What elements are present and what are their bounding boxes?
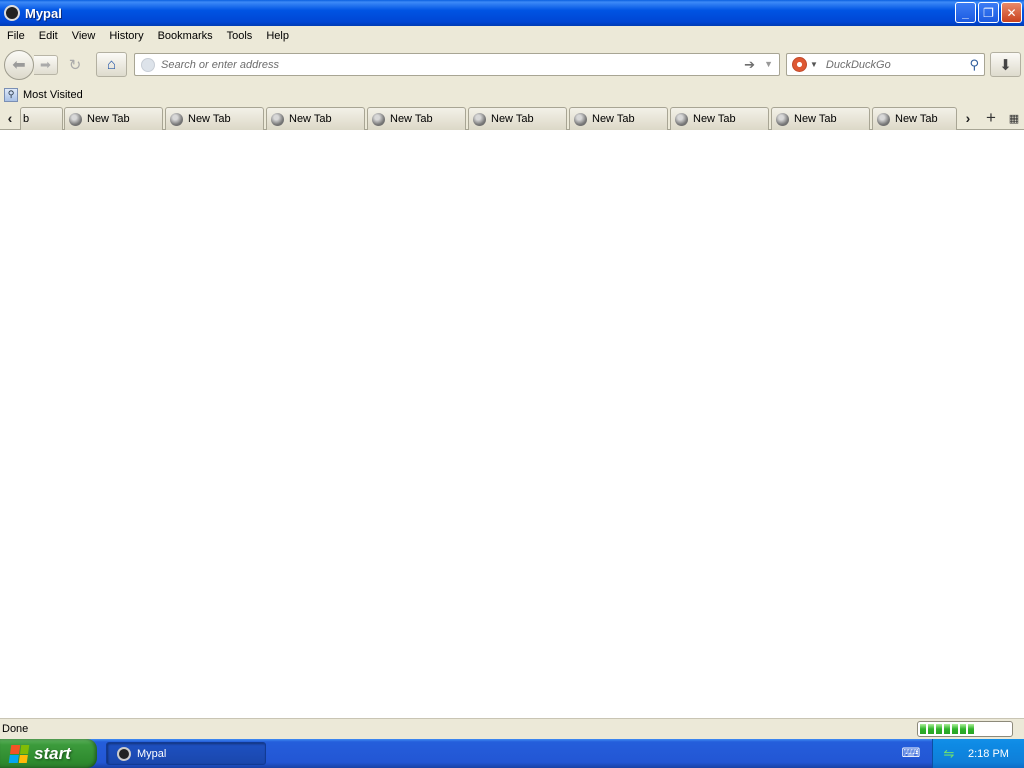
globe-icon (675, 112, 688, 126)
keyboard-icon[interactable]: ⌨ (902, 745, 921, 760)
minimize-button[interactable]: _ (955, 2, 976, 23)
grid-icon: ▦ (1008, 112, 1020, 125)
close-button[interactable]: ✕ (1001, 2, 1022, 23)
menu-bar: File Edit View History Bookmarks Tools H… (0, 26, 1024, 46)
window-title: Mypal (25, 5, 62, 21)
navigation-toolbar: ⬅ ➡ ↻ ⌂ ➔ ▼ ▼ ⚲ ⬇ (0, 46, 1024, 84)
tab-label: New Tab (895, 113, 938, 125)
windows-logo-icon (8, 744, 30, 763)
tab-label: New Tab (87, 113, 130, 125)
status-bar: Done (0, 718, 1024, 739)
clock[interactable]: 2:18 PM (968, 748, 1009, 760)
tab-label: New Tab (693, 113, 736, 125)
address-input[interactable] (161, 58, 721, 71)
bookmark-most-visited[interactable]: Most Visited (23, 89, 83, 101)
taskbar-item-label: Mypal (137, 747, 167, 760)
menu-file[interactable]: File (0, 30, 32, 42)
globe-icon (776, 112, 789, 126)
forward-arrow-icon: ➡ (40, 57, 51, 72)
back-arrow-icon: ⬅ (12, 57, 26, 74)
chevron-left-icon: ‹ (7, 110, 13, 126)
menu-bookmarks[interactable]: Bookmarks (151, 30, 220, 42)
menu-view[interactable]: View (65, 30, 103, 42)
tabs-scroll-left-button[interactable]: ‹ (0, 107, 20, 129)
tab-new-9[interactable]: New Tab (872, 107, 957, 130)
taskbar-mypal-button[interactable]: Mypal (106, 742, 266, 765)
engine-dropdown-icon[interactable]: ▼ (810, 60, 818, 69)
menu-help[interactable]: Help (259, 30, 296, 42)
start-label: start (34, 743, 71, 763)
globe-icon (574, 112, 587, 126)
menu-history[interactable]: History (102, 30, 150, 42)
progress-segment (968, 724, 974, 734)
home-icon: ⌂ (106, 56, 117, 73)
progress-segment (936, 724, 942, 734)
globe-icon (271, 112, 284, 126)
tab-new-6[interactable]: New Tab (569, 107, 668, 130)
globe-icon (170, 112, 183, 126)
title-bar[interactable]: Mypal _ ❐ ✕ (0, 0, 1024, 26)
forward-button[interactable]: ➡ (34, 55, 58, 75)
tab-label: New Tab (592, 113, 635, 125)
tab-label: New Tab (794, 113, 837, 125)
go-arrow-icon[interactable]: ➔ (744, 57, 755, 73)
system-tray: ⇋ 2:18 PM (932, 739, 1024, 768)
tabs-scroll-right-button[interactable]: › (958, 107, 978, 129)
tab-strip: ‹ b New Tab New Tab New Tab New Tab New … (0, 105, 1024, 130)
site-identity-icon[interactable] (141, 57, 155, 72)
progress-segment (944, 724, 950, 734)
tab-new-7[interactable]: New Tab (670, 107, 769, 130)
search-input[interactable] (825, 58, 956, 71)
search-bar[interactable]: ▼ ⚲ (786, 53, 985, 76)
history-dropdown-icon[interactable]: ▼ (764, 59, 773, 69)
most-visited-folder-icon: ⚲ (4, 87, 18, 102)
bookmarks-toolbar: ⚲ Most Visited (0, 84, 1024, 105)
reload-button[interactable]: ↻ (62, 54, 88, 76)
tab-label: b (23, 113, 30, 125)
progress-segment (928, 724, 934, 734)
new-tab-button[interactable]: + (981, 107, 1001, 129)
tab-new-3[interactable]: New Tab (266, 107, 365, 130)
restore-button[interactable]: ❐ (978, 2, 999, 23)
tab-label: New Tab (491, 113, 534, 125)
downloads-button[interactable]: ⬇ (990, 52, 1021, 77)
progress-segment (960, 724, 966, 734)
tab-new-4[interactable]: New Tab (367, 107, 466, 130)
tab-new-5[interactable]: New Tab (468, 107, 567, 130)
tab-label: New Tab (390, 113, 433, 125)
magnifier-icon[interactable]: ⚲ (969, 57, 979, 73)
taskbar: start Mypal ⌨ ⇋ 2:18 PM (0, 739, 1024, 768)
duckduckgo-engine-icon[interactable] (792, 57, 807, 72)
back-button[interactable]: ⬅ (4, 50, 34, 80)
globe-icon (69, 112, 82, 126)
menu-tools[interactable]: Tools (220, 30, 260, 42)
mypal-app-icon (4, 5, 20, 21)
address-bar[interactable]: ➔ ▼ (134, 53, 780, 76)
tab-label: New Tab (188, 113, 231, 125)
start-button[interactable]: start (0, 739, 97, 768)
network-tray-icon[interactable]: ⇋ (941, 746, 957, 762)
progress-segment (952, 724, 958, 734)
chevron-right-icon: › (965, 110, 971, 126)
tab-new-1[interactable]: New Tab (64, 107, 163, 130)
globe-icon (877, 112, 890, 126)
download-icon: ⬇ (999, 56, 1012, 74)
menu-edit[interactable]: Edit (32, 30, 65, 42)
mypal-app-icon (117, 746, 131, 761)
status-text: Done (2, 723, 29, 735)
globe-icon (473, 112, 486, 126)
progress-segment (920, 724, 926, 734)
tab-partial[interactable]: b (20, 107, 63, 130)
window-controls: _ ❐ ✕ (955, 2, 1022, 23)
plus-icon: + (986, 108, 996, 127)
all-tabs-button[interactable]: ▦ (1004, 107, 1024, 129)
tab-new-8[interactable]: New Tab (771, 107, 870, 130)
tab-new-2[interactable]: New Tab (165, 107, 264, 130)
tab-label: New Tab (289, 113, 332, 125)
page-content[interactable] (0, 130, 1024, 718)
progress-meter (917, 721, 1013, 737)
home-button[interactable]: ⌂ (96, 52, 127, 77)
globe-icon (372, 112, 385, 126)
reload-icon: ↻ (68, 57, 82, 74)
